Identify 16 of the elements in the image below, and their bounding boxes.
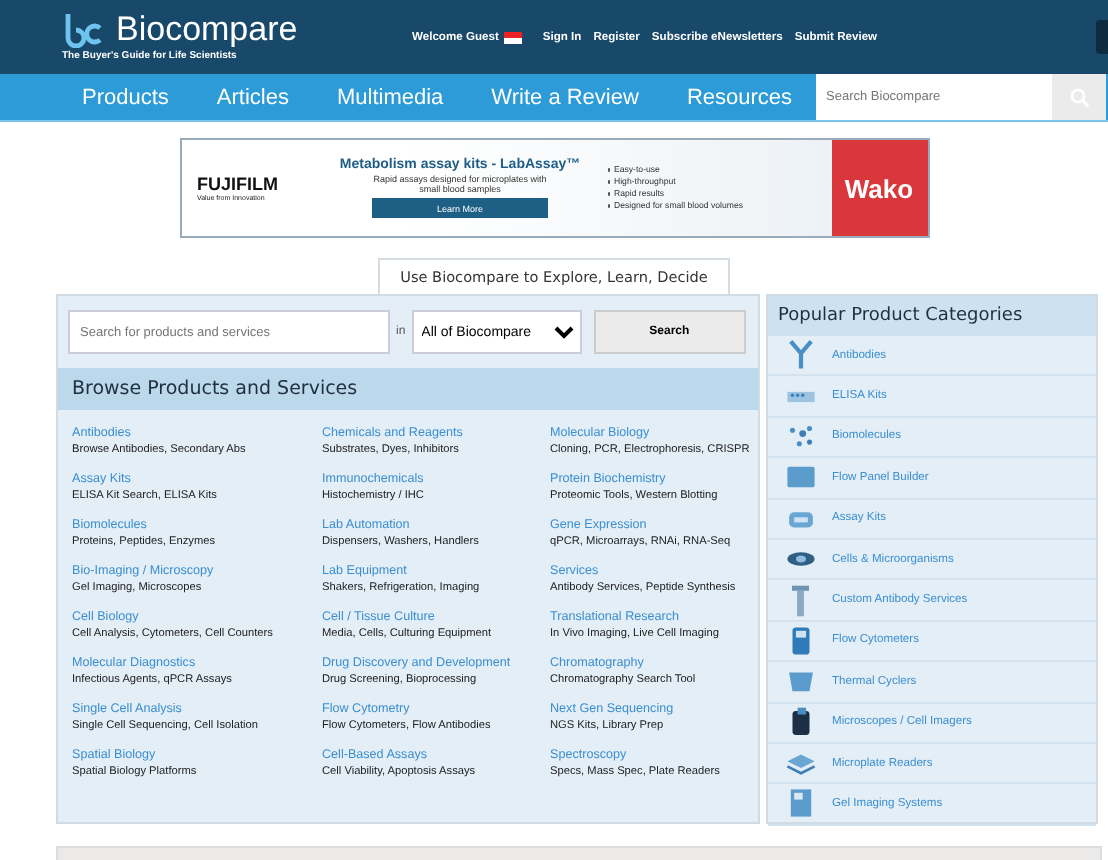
nav-link[interactable]: Write a Review — [467, 85, 663, 109]
header-button[interactable] — [1096, 20, 1108, 54]
ad-banner[interactable] — [179, 138, 929, 238]
panel-title: Popular Product Categories — [768, 296, 1096, 336]
ad-brand: FUJIFILM — [197, 174, 280, 194]
flag-icon — [504, 31, 523, 43]
logo-name[interactable]: Biocompare — [116, 12, 298, 48]
nav-link[interactable]: Multimedia — [312, 85, 468, 109]
nav-link[interactable]: Articles — [192, 85, 313, 109]
section-title: Browse Products and Services — [58, 368, 758, 410]
antibody-icon — [784, 338, 818, 373]
nav-link[interactable]: Products — [58, 85, 193, 109]
nav-link[interactable]: Resources — [662, 85, 817, 109]
ad-partner-logo: Wako — [831, 140, 927, 236]
search-button[interactable] — [1052, 74, 1107, 120]
tube-icon — [792, 583, 810, 618]
